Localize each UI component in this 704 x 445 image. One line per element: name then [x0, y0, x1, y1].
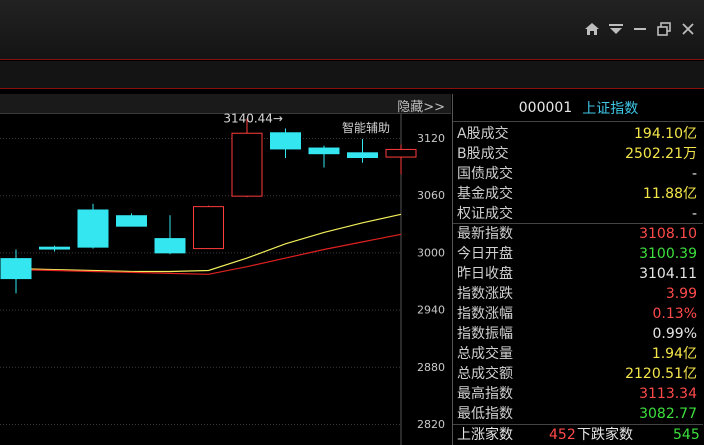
index-name: 上证指数 [582, 100, 639, 117]
quote-value: 3082.77 [639, 406, 697, 422]
quote-value: 2502.21万 [625, 146, 697, 162]
y-tick-label: 3060 [417, 189, 445, 202]
quote-label: 今日开盘 [457, 246, 513, 262]
home-icon[interactable] [582, 19, 602, 39]
y-tick-label: 3120 [417, 132, 445, 145]
quote-row: 最低指数 3082.77 [453, 404, 703, 424]
quote-value: 1.94亿 [651, 346, 697, 362]
index-code: 000001 [518, 99, 573, 116]
quote-row: 指数振幅 0.99% [453, 324, 703, 344]
toolbar [0, 61, 704, 89]
down-count-value: 545 [673, 427, 700, 443]
up-count-value: 452 [549, 427, 576, 443]
candle-body [77, 209, 109, 248]
quote-label: 总成交量 [457, 346, 513, 362]
y-tick-label: 2880 [417, 361, 445, 374]
quote-row: 最新指数 3108.10 [453, 224, 703, 244]
quote-label: 总成交额 [457, 366, 513, 382]
candle-body [39, 246, 70, 250]
candle-body [193, 206, 224, 250]
quote-label: 最低指数 [457, 406, 513, 422]
quote-value: - [691, 166, 697, 182]
quote-value: 0.13% [652, 306, 697, 322]
restore-icon[interactable] [654, 19, 674, 39]
assist-label: 智能辅助 [342, 120, 390, 135]
candle-body [308, 147, 340, 155]
up-count-label: 上涨家数 [457, 427, 513, 443]
high-annotation: 3140.44→ [223, 112, 283, 126]
quote-row: 总成交额 2120.51亿 [453, 364, 703, 384]
quote-row: 基金成交 11.88亿 [453, 184, 703, 204]
candle-body [154, 238, 186, 254]
quote-value: 3.99 [665, 286, 697, 302]
title-bar [0, 0, 704, 60]
quote-label: 指数振幅 [457, 326, 513, 342]
quote-label: 指数涨幅 [457, 306, 513, 322]
candle-body [231, 132, 263, 197]
quote-value: 3104.11 [639, 266, 697, 282]
candle-body [270, 132, 301, 150]
quote-label: 权证成交 [457, 206, 513, 222]
candle-body [0, 258, 32, 280]
dropdown-icon[interactable] [606, 19, 626, 39]
quote-label: 昨日收盘 [457, 266, 513, 282]
quote-label: 最高指数 [457, 386, 513, 402]
kline-chart: 3120 3060 3000 2940 2880 2820 智能辅助 3140.44→ [0, 112, 445, 445]
quote-label: B股成交 [457, 146, 509, 162]
y-tick-label: 2940 [417, 304, 445, 317]
divider [453, 223, 703, 224]
y-tick-label: 2820 [417, 418, 445, 431]
updown-row: 上涨家数 452 下跌家数 545 [453, 425, 703, 445]
quote-label: 基金成交 [457, 186, 513, 202]
quote-row: 指数涨幅 0.13% [453, 304, 703, 324]
close-icon[interactable] [678, 19, 698, 39]
quote-row: A股成交 194.10亿 [453, 124, 703, 144]
y-tick-label: 3000 [417, 246, 445, 259]
quote-value: 3113.34 [639, 386, 697, 402]
candle-body [116, 215, 147, 227]
kline-chart-area[interactable]: 隐藏>> 3120 3060 3000 2940 2880 2820 智能辅助 3140.44… [0, 94, 451, 445]
quote-value: 3108.10 [639, 226, 697, 242]
quote-label: 国债成交 [457, 166, 513, 182]
quote-value: 11.88亿 [642, 186, 697, 202]
quote-row: 今日开盘 3100.39 [453, 244, 703, 264]
quote-row: 指数涨跌 3.99 [453, 284, 703, 304]
minimize-icon[interactable] [630, 19, 650, 39]
candle-body [385, 148, 417, 158]
quote-panel: 000001 上证指数 A股成交 194.10亿 B股成交 2502.21万国债成交 -… [452, 94, 704, 445]
quote-row: 权证成交 - [453, 204, 703, 224]
quote-row: 最高指数 3113.34 [453, 384, 703, 404]
quote-value: 3100.39 [639, 246, 697, 262]
down-count-label: 下跌家数 [577, 427, 633, 443]
candle-body [347, 152, 378, 159]
quote-value: 194.10亿 [634, 126, 697, 142]
quote-label: 最新指数 [457, 226, 513, 242]
quote-row: 总成交量 1.94亿 [453, 344, 703, 364]
quote-label: 指数涨跌 [457, 286, 513, 302]
quote-header: 000001 上证指数 [453, 94, 704, 122]
quote-value: 2120.51亿 [625, 366, 697, 382]
window-controls [582, 19, 698, 39]
quote-value: - [691, 206, 697, 222]
quote-label: A股成交 [457, 126, 509, 142]
quote-row: 国债成交 - [453, 164, 703, 184]
quote-row: 昨日收盘 3104.11 [453, 264, 703, 284]
quote-value: 0.99% [652, 326, 697, 342]
quote-row: B股成交 2502.21万 [453, 144, 703, 164]
